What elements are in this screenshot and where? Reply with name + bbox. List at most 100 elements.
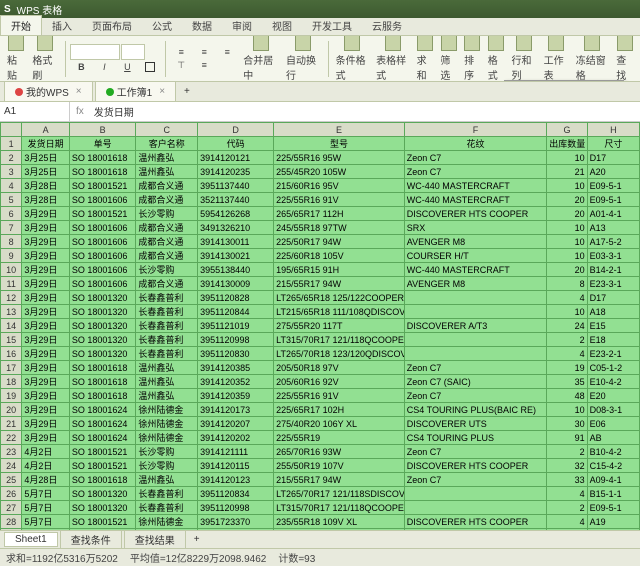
cell[interactable]: 3月29日 <box>22 389 70 403</box>
select-all-corner[interactable] <box>1 123 22 137</box>
paste-button[interactable]: 粘贴 <box>4 36 27 82</box>
cell[interactable]: DISCOVERER UTS <box>404 417 547 431</box>
cell[interactable]: 型号 <box>274 137 405 151</box>
cell[interactable]: 5月7日 <box>22 501 70 515</box>
ribbon-tab-1[interactable]: 插入 <box>42 16 82 35</box>
cell[interactable]: SO 18001618 <box>69 375 136 389</box>
cell[interactable]: 215/60R16 95V <box>274 179 405 193</box>
cell[interactable]: 3914120121 <box>198 151 274 165</box>
cell[interactable]: 265/70R16 93W <box>274 445 405 459</box>
bold-button[interactable]: B <box>70 61 92 73</box>
ribbon-tab-8[interactable]: 云服务 <box>362 16 412 35</box>
cell[interactable]: 19 <box>547 361 587 375</box>
name-box[interactable]: A1 <box>0 102 70 121</box>
cell[interactable]: SO 18001320 <box>69 333 136 347</box>
cell[interactable]: C05-1-2 <box>587 361 639 375</box>
cell[interactable]: SO 18001521 <box>69 515 136 529</box>
cell[interactable]: 3951121019 <box>198 319 274 333</box>
italic-button[interactable]: I <box>93 61 115 73</box>
cell[interactable]: E03-3-1 <box>587 249 639 263</box>
cell[interactable]: 3955138440 <box>198 263 274 277</box>
cell[interactable]: A20 <box>587 165 639 179</box>
ribbon-tab-4[interactable]: 数据 <box>182 16 222 35</box>
row-header[interactable]: 11 <box>1 277 22 291</box>
cell[interactable]: 4 <box>547 291 587 305</box>
cell[interactable]: 5月7日 <box>22 487 70 501</box>
valign-top-button[interactable]: ⊤ <box>170 59 192 72</box>
cell[interactable]: 长春鑫普利 <box>136 347 198 361</box>
ribbon-btn-排序[interactable]: 排序 <box>461 36 484 82</box>
cell[interactable]: 2 <box>547 445 587 459</box>
cell[interactable]: B10-4-2 <box>587 445 639 459</box>
row-header[interactable]: 21 <box>1 417 22 431</box>
cell[interactable]: 3914120385 <box>198 361 274 375</box>
cell[interactable]: 温州鑫弘 <box>136 361 198 375</box>
cell[interactable]: 91 <box>547 431 587 445</box>
ribbon-btn-求和[interactable]: 求和 <box>414 36 437 82</box>
cell[interactable]: Zeon C7 <box>404 165 547 179</box>
cell[interactable]: 代码 <box>198 137 274 151</box>
cell[interactable]: Zeon C7 <box>404 361 547 375</box>
cell[interactable]: 3914120173 <box>198 403 274 417</box>
cell[interactable]: D17 <box>587 151 639 165</box>
cell[interactable]: 3951120844 <box>198 305 274 319</box>
cell[interactable] <box>404 347 547 361</box>
cell[interactable]: 20 <box>547 193 587 207</box>
cell[interactable]: 成都合义通 <box>136 179 198 193</box>
cell[interactable]: 3月29日 <box>22 431 70 445</box>
cell[interactable]: CS4 TOURING PLUS <box>404 431 547 445</box>
cell[interactable]: 3月29日 <box>22 403 70 417</box>
cell[interactable]: 3914121111 <box>198 445 274 459</box>
cell[interactable]: 255/50R19 107V <box>274 459 405 473</box>
cell[interactable]: 4月28日 <box>22 473 70 487</box>
cell[interactable]: SO 18001606 <box>69 235 136 249</box>
cell[interactable]: 长沙零购 <box>136 263 198 277</box>
cell[interactable]: SO 18001521 <box>69 445 136 459</box>
row-header[interactable]: 8 <box>1 235 22 249</box>
cell[interactable]: 33 <box>547 473 587 487</box>
cell[interactable]: 3月25日 <box>22 151 70 165</box>
cell[interactable]: 3914130011 <box>198 235 274 249</box>
row-header[interactable]: 17 <box>1 361 22 375</box>
cell[interactable]: DISCOVERER HTS COOPER <box>404 515 547 529</box>
add-sheet-button[interactable]: + <box>188 534 206 545</box>
cell[interactable]: E15 <box>587 319 639 333</box>
cell[interactable]: 3914120202 <box>198 431 274 445</box>
cell[interactable]: SO 18001606 <box>69 263 136 277</box>
row-header[interactable]: 13 <box>1 305 22 319</box>
cell[interactable]: WC-440 MASTERCRAFT <box>404 263 547 277</box>
cell[interactable] <box>404 305 547 319</box>
col-header-H[interactable]: H <box>587 123 639 137</box>
cell[interactable]: 3月29日 <box>22 291 70 305</box>
doc-tab-0[interactable]: 我的WPS × <box>4 81 93 102</box>
cell[interactable]: 成都合义通 <box>136 235 198 249</box>
sheet-tab-1[interactable]: 查找条件 <box>60 530 122 549</box>
cell[interactable]: AVENGER M8 <box>404 235 547 249</box>
cell[interactable]: 花纹 <box>404 137 547 151</box>
row-header[interactable]: 5 <box>1 193 22 207</box>
cell[interactable]: 275/55R20 117T <box>274 319 405 333</box>
cell[interactable]: 35 <box>547 375 587 389</box>
doc-tab-1[interactable]: 工作簿1 × <box>95 81 176 102</box>
cell[interactable]: 徐州陆德金 <box>136 529 198 531</box>
cell[interactable]: 3月29日 <box>22 249 70 263</box>
cell[interactable]: 10 <box>547 151 587 165</box>
valign-mid-button[interactable]: ≡ <box>193 59 215 72</box>
col-header-B[interactable]: B <box>69 123 136 137</box>
cell[interactable]: 3914120352 <box>198 375 274 389</box>
cell[interactable]: DISCOVERER A/T3 <box>404 319 547 333</box>
cell[interactable]: 3914120359 <box>198 389 274 403</box>
cell[interactable]: 4 <box>547 529 587 531</box>
cell[interactable]: SO 18001618 <box>69 389 136 403</box>
cell[interactable]: LT315/70R17 121/118QCOOPER DISCOVERER S/… <box>274 333 405 347</box>
cell[interactable]: Zeon C7 (SAIC) <box>404 375 547 389</box>
cell[interactable]: 3951137440 <box>198 179 274 193</box>
cell[interactable]: E06 <box>587 417 639 431</box>
cell[interactable]: 长沙零购 <box>136 207 198 221</box>
cell[interactable]: 215/55R17 94W <box>274 277 405 291</box>
cell[interactable]: 48 <box>547 389 587 403</box>
cell[interactable]: 195/65R15 91H <box>274 263 405 277</box>
cell[interactable]: 8 <box>547 277 587 291</box>
cell[interactable]: 3月29日 <box>22 361 70 375</box>
cell[interactable]: Zeon C7 <box>404 473 547 487</box>
